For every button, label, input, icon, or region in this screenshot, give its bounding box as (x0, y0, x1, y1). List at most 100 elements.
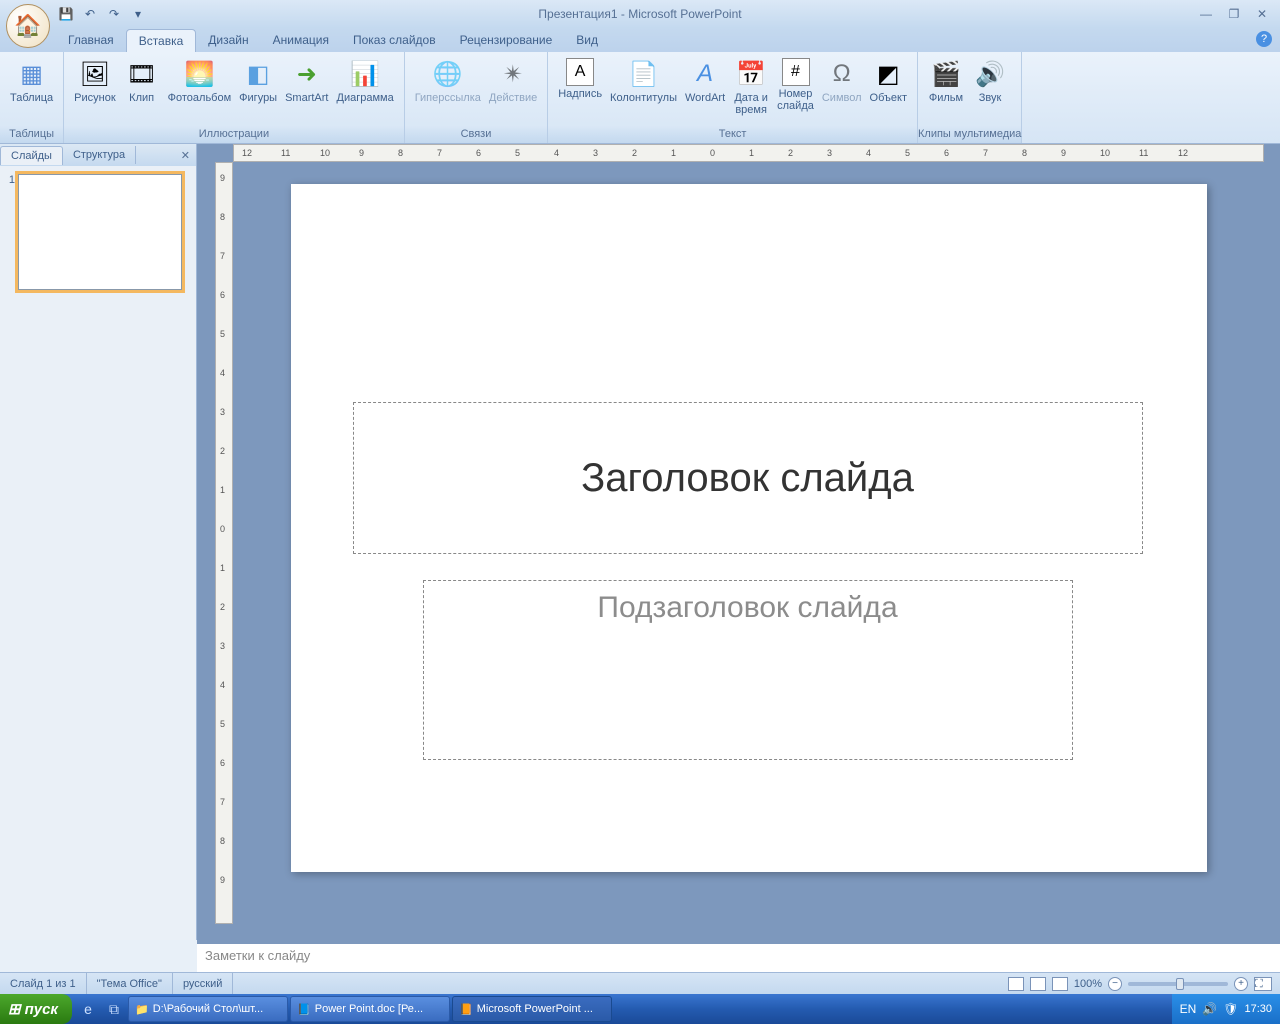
tray-volume-icon[interactable]: 🔊 (1202, 1002, 1217, 1016)
tab-slides[interactable]: Слайды (0, 146, 63, 165)
sorter-view-button[interactable] (1030, 977, 1046, 991)
minimize-button[interactable]: — (1196, 5, 1216, 23)
ribbon-smartart-button[interactable]: ➜SmartArt (281, 56, 332, 126)
slides-pane: Слайды Структура ✕ 1 (0, 144, 197, 940)
horizontal-ruler[interactable]: 1211109876543210123456789101112 (233, 144, 1264, 162)
fit-view-button[interactable]: ⛶ (1254, 977, 1272, 991)
ribbon-wordart-button[interactable]: AWordArt (681, 56, 729, 126)
ribbon-объект-button[interactable]: ◩Объект (866, 56, 911, 126)
editor-area: 1211109876543210123456789101112 98765432… (197, 144, 1280, 940)
normal-view-button[interactable] (1008, 977, 1024, 991)
ribbon-номер-button[interactable]: #Номер слайда (773, 56, 818, 126)
start-flag-icon: ⊞ (8, 1000, 21, 1018)
фотоальбом-icon: 🌅 (183, 58, 215, 90)
рисунок-icon: 🖼 (79, 58, 111, 90)
save-icon[interactable]: 💾 (56, 4, 76, 24)
ribbon-group-label: Связи (405, 126, 548, 143)
ribbon-tab-дизайн[interactable]: Дизайн (196, 29, 260, 52)
slide-thumbnail[interactable]: 1 (4, 174, 192, 290)
status-theme: "Тема Office" (87, 973, 173, 994)
subtitle-placeholder-text: Подзаголовок слайда (597, 591, 897, 625)
ribbon-символ-button: ΩСимвол (818, 56, 866, 126)
ribbon-рисунок-button[interactable]: 🖼Рисунок (70, 56, 120, 126)
taskbar-item[interactable]: 📁D:\Рабочий Стол\шт... (128, 996, 288, 1022)
desktop-icon[interactable]: ⧉ (102, 996, 126, 1022)
subtitle-placeholder[interactable]: Подзаголовок слайда (423, 580, 1073, 760)
ribbon-tab-показ слайдов[interactable]: Показ слайдов (341, 29, 448, 52)
клип-icon: 🎞 (126, 58, 158, 90)
tab-outline[interactable]: Структура (63, 146, 136, 164)
ribbon-group-label: Текст (548, 126, 917, 143)
звук-icon: 🔊 (974, 58, 1006, 90)
надпись-icon: A (566, 58, 594, 86)
thumbnail-number: 1 (4, 174, 18, 290)
tray-clock[interactable]: 17:30 (1244, 1003, 1272, 1015)
taskbar-item[interactable]: 📙Microsoft PowerPoint ... (452, 996, 612, 1022)
title-placeholder-text: Заголовок слайда (581, 456, 914, 501)
номер-icon: # (782, 58, 810, 86)
vertical-ruler[interactable]: 9876543210123456789 (215, 162, 233, 924)
ribbon-tab-вставка[interactable]: Вставка (126, 29, 197, 52)
ribbon-гиперссылка-button: 🌐Гиперссылка (411, 56, 485, 126)
quick-access-toolbar: 💾 ↶ ↷ ▾ (56, 0, 148, 28)
tray-shield-icon[interactable]: 🛡 (1223, 1002, 1238, 1016)
pane-close-icon[interactable]: ✕ (181, 149, 190, 162)
start-button[interactable]: ⊞пуск (0, 994, 72, 1024)
ribbon-tab-вид[interactable]: Вид (564, 29, 610, 52)
ie-icon[interactable]: e (76, 996, 100, 1022)
system-tray: EN 🔊 🛡 17:30 (1172, 994, 1280, 1024)
taskbar-item[interactable]: 📘Power Point.doc [Ре... (290, 996, 450, 1022)
window-title: Презентация1 - Microsoft PowerPoint (0, 7, 1280, 21)
ribbon-group-label: Иллюстрации (64, 126, 404, 143)
ribbon: ▦ТаблицаТаблицы 🖼Рисунок🎞Клип🌅Фотоальбом◧… (0, 52, 1280, 144)
ribbon-надпись-button[interactable]: AНадпись (554, 56, 606, 126)
ribbon-дата и-button[interactable]: 📅Дата и время (729, 56, 773, 126)
office-button[interactable]: 🏠 (6, 4, 50, 48)
status-bar: Слайд 1 из 1 "Тема Office" русский 100% … (0, 972, 1280, 994)
taskbar: ⊞пуск e ⧉ 📁D:\Рабочий Стол\шт...📘Power P… (0, 994, 1280, 1024)
undo-icon[interactable]: ↶ (80, 4, 100, 24)
qat-dropdown-icon[interactable]: ▾ (128, 4, 148, 24)
ribbon-tab-главная[interactable]: Главная (56, 29, 126, 52)
ribbon-tab-рецензирование[interactable]: Рецензирование (448, 29, 565, 52)
status-language[interactable]: русский (173, 973, 233, 994)
zoom-in-button[interactable]: + (1234, 977, 1248, 991)
колонтитулы-icon: 📄 (628, 58, 660, 90)
гиперссылка-icon: 🌐 (432, 58, 464, 90)
tray-lang[interactable]: EN (1180, 1002, 1197, 1016)
redo-icon[interactable]: ↷ (104, 4, 124, 24)
maximize-button[interactable]: ❐ (1224, 5, 1244, 23)
zoom-out-button[interactable]: − (1108, 977, 1122, 991)
ribbon-tabs: ГлавнаяВставкаДизайнАнимацияПоказ слайдо… (0, 28, 1280, 52)
close-button[interactable]: ✕ (1252, 5, 1272, 23)
ribbon-клип-button[interactable]: 🎞Клип (120, 56, 164, 126)
ribbon-действие-button: ✴Действие (485, 56, 541, 126)
thumbnail-preview (18, 174, 182, 290)
slide[interactable]: Заголовок слайда Подзаголовок слайда (291, 184, 1207, 872)
ribbon-фотоальбом-button[interactable]: 🌅Фотоальбом (164, 56, 236, 126)
ribbon-звук-button[interactable]: 🔊Звук (968, 56, 1012, 126)
zoom-slider-thumb[interactable] (1176, 978, 1184, 990)
zoom-value: 100% (1074, 978, 1102, 990)
wordart-icon: A (689, 58, 721, 90)
ribbon-таблица-button[interactable]: ▦Таблица (6, 56, 57, 126)
smartart-icon: ➜ (291, 58, 323, 90)
zoom-slider[interactable] (1128, 982, 1228, 986)
символ-icon: Ω (826, 58, 858, 90)
фигуры-icon: ◧ (242, 58, 274, 90)
title-placeholder[interactable]: Заголовок слайда (353, 402, 1143, 554)
ribbon-фигуры-button[interactable]: ◧Фигуры (235, 56, 281, 126)
ribbon-tab-анимация[interactable]: Анимация (261, 29, 341, 52)
ribbon-group-label: Таблицы (0, 126, 63, 143)
действие-icon: ✴ (497, 58, 529, 90)
title-bar: 🏠 💾 ↶ ↷ ▾ Презентация1 - Microsoft Power… (0, 0, 1280, 28)
help-button[interactable]: ? (1256, 31, 1272, 47)
slide-canvas[interactable]: Заголовок слайда Подзаголовок слайда (233, 162, 1264, 924)
ribbon-колонтитулы-button[interactable]: 📄Колонтитулы (606, 56, 681, 126)
slideshow-view-button[interactable] (1052, 977, 1068, 991)
фильм-icon: 🎬 (930, 58, 962, 90)
status-slide-info: Слайд 1 из 1 (0, 973, 87, 994)
диаграмма-icon: 📊 (349, 58, 381, 90)
ribbon-фильм-button[interactable]: 🎬Фильм (924, 56, 968, 126)
ribbon-диаграмма-button[interactable]: 📊Диаграмма (333, 56, 398, 126)
